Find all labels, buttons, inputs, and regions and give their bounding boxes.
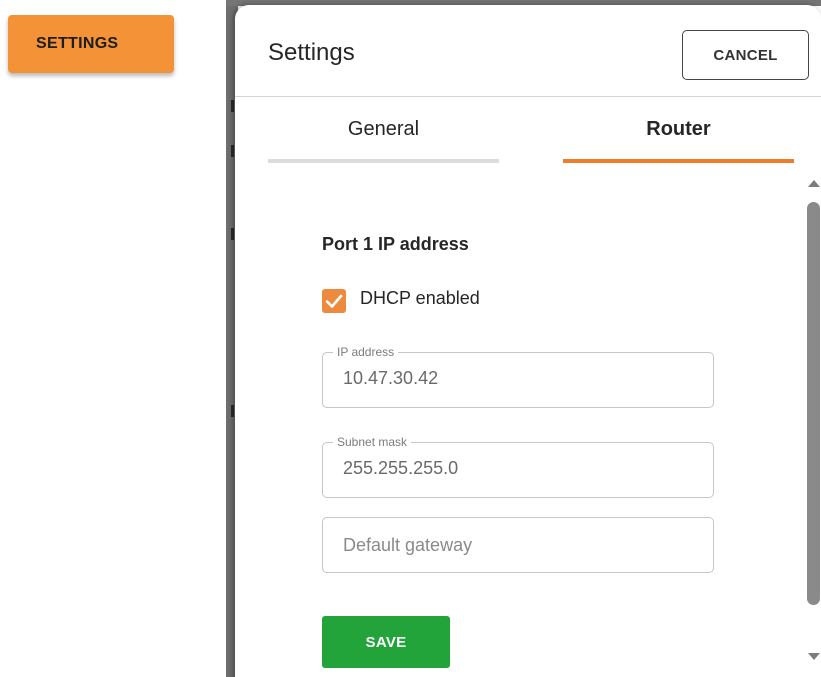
settings-button[interactable]: SETTINGS xyxy=(8,15,174,73)
tab-general[interactable]: General xyxy=(268,118,499,150)
save-button[interactable]: SAVE xyxy=(322,616,450,668)
ip-address-label: IP address xyxy=(333,344,399,360)
ip-address-field[interactable]: IP address 10.47.30.42 xyxy=(322,344,714,408)
check-icon xyxy=(325,294,343,308)
dialog-header: Settings CANCEL xyxy=(235,5,821,97)
cancel-button[interactable]: CANCEL xyxy=(682,30,809,80)
default-gateway-field[interactable] xyxy=(322,517,714,573)
subnet-mask-label: Subnet mask xyxy=(333,434,412,450)
background-mark xyxy=(231,100,234,112)
background-mark xyxy=(231,228,234,240)
subnet-mask-field[interactable]: Subnet mask 255.255.255.0 xyxy=(322,434,714,498)
settings-dialog: Settings CANCEL General Router Port 1 IP… xyxy=(235,5,821,677)
scrollbar-thumb[interactable] xyxy=(807,202,820,605)
tab-general-underline xyxy=(268,159,499,163)
dhcp-label: DHCP enabled xyxy=(360,288,480,308)
background-mark xyxy=(231,405,234,417)
background-mark xyxy=(231,145,234,157)
section-title: Port 1 IP address xyxy=(322,234,469,254)
tab-router[interactable]: Router xyxy=(563,118,794,150)
dhcp-checkbox[interactable] xyxy=(322,289,346,313)
scroll-down-arrow-icon[interactable] xyxy=(808,653,820,660)
subnet-mask-value: 255.255.255.0 xyxy=(343,458,459,478)
tab-router-underline xyxy=(563,159,794,163)
scroll-up-arrow-icon[interactable] xyxy=(808,180,820,187)
page: SETTINGS Settings CANCEL General Router … xyxy=(0,0,821,677)
dialog-title: Settings xyxy=(268,39,355,66)
default-gateway-input[interactable] xyxy=(323,518,713,572)
ip-address-value: 10.47.30.42 xyxy=(343,368,439,388)
